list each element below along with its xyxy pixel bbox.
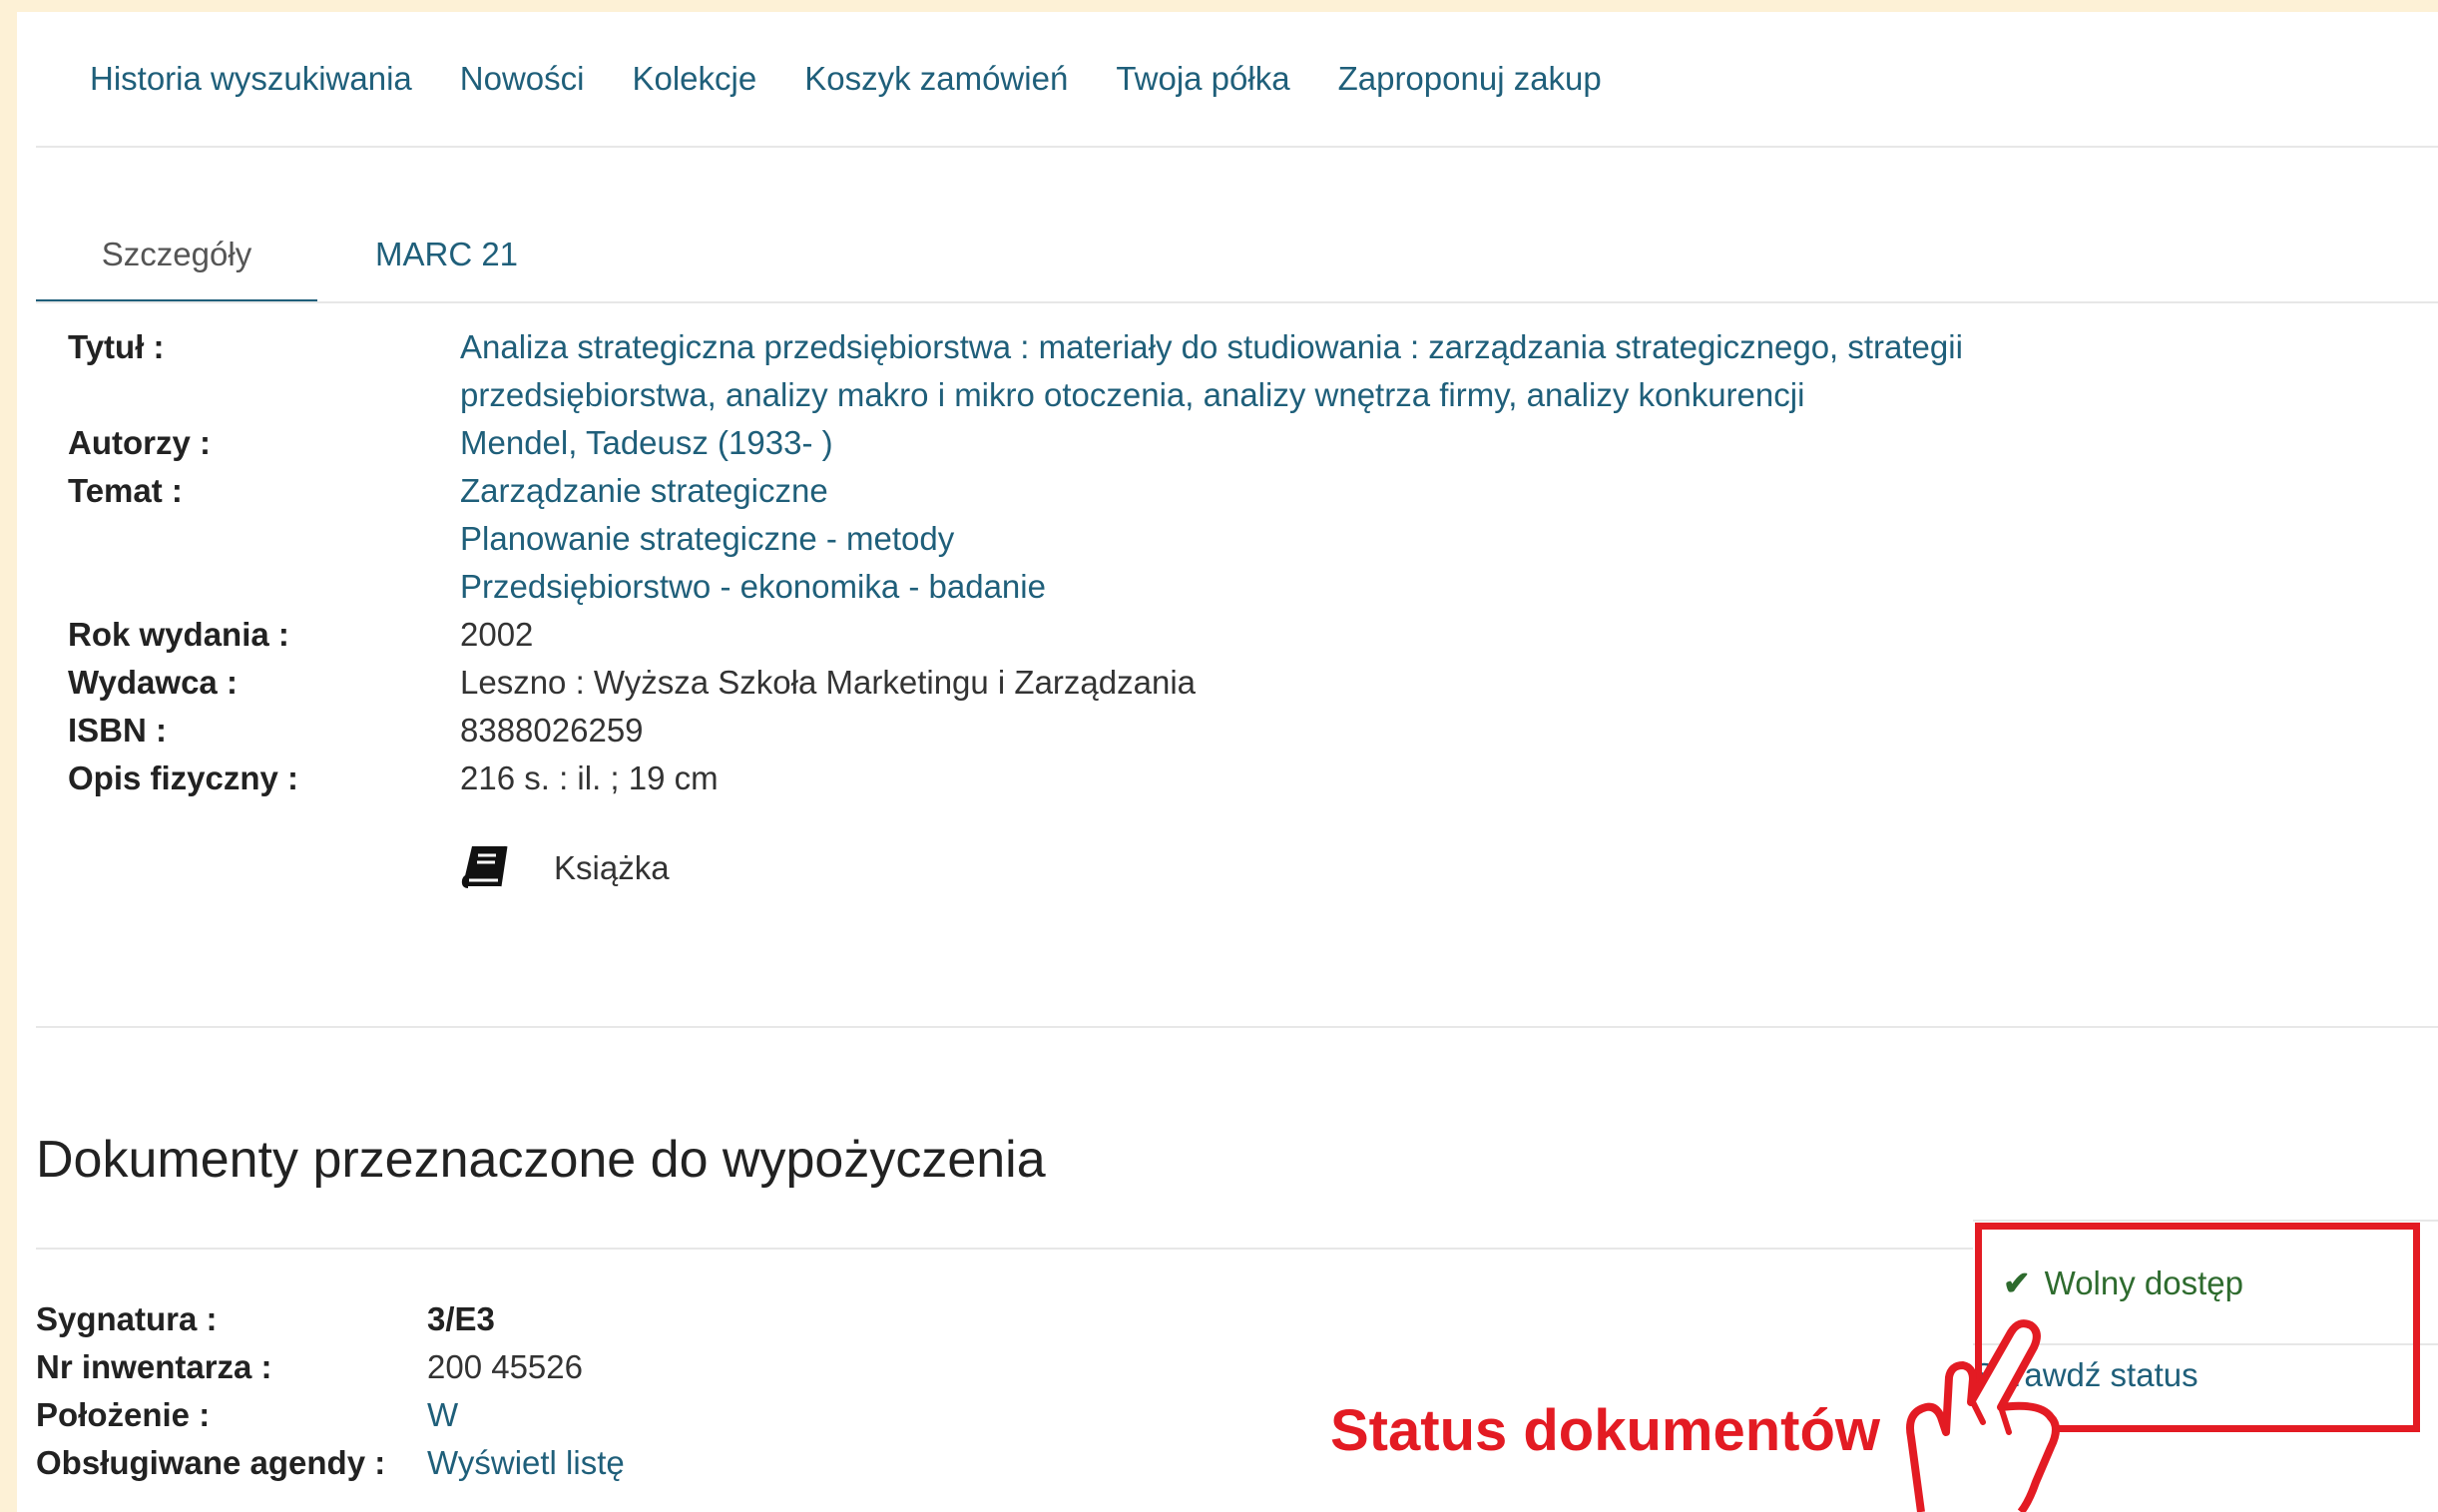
nav-collections[interactable]: Kolekcje [632,60,756,98]
nav-divider [36,146,2438,148]
document-type: Książka [460,842,670,894]
agendas-label: Obsługiwane agendy : [36,1444,386,1481]
tabs-baseline [36,301,2438,303]
isbn-label: ISBN : [68,712,167,749]
title-link-line2[interactable]: przedsiębiorstwa, analizy makro i mikro … [460,371,1804,419]
title-link-line1[interactable]: Analiza strategiczna przedsiębiorstwa : … [460,323,1963,371]
subject-label: Temat : [68,472,183,509]
signature-label: Sygnatura : [36,1300,218,1337]
subject-link[interactable]: Planowanie strategiczne - metody [460,515,954,563]
documents-divider [36,1248,1973,1250]
annotation-label: Status dokumentów [1330,1398,1881,1463]
top-navigation: Historia wyszukiwania Nowości Kolekcje K… [90,60,1650,98]
pointing-hand-icon [1906,1319,2060,1512]
documents-heading: Dokumenty przeznaczone do wypożyczenia [36,1131,1046,1189]
inventory-value: 200 45526 [427,1348,583,1385]
tab-marc21[interactable]: MARC 21 [375,224,518,303]
title-label: Tytuł : [68,328,165,365]
subject-link[interactable]: Zarządzanie strategiczne [460,467,828,515]
nav-suggest-purchase[interactable]: Zaproponuj zakup [1338,60,1602,98]
isbn-value: 8388026259 [460,712,644,749]
physical-value: 216 s. : il. ; 19 cm [460,759,719,796]
nav-new-items[interactable]: Nowości [460,60,585,98]
inventory-label: Nr inwentarza : [36,1348,272,1385]
section-divider [36,1026,2438,1028]
authors-label: Autorzy : [68,424,211,461]
nav-search-history[interactable]: Historia wyszukiwania [90,60,412,98]
location-label: Położenie : [36,1396,211,1433]
subject-link[interactable]: Przedsiębiorstwo - ekonomika - badanie [460,563,1046,611]
author-link[interactable]: Mendel, Tadeusz (1933- ) [460,419,833,467]
year-value: 2002 [460,616,534,653]
nav-your-shelf[interactable]: Twoja półka [1116,60,1289,98]
publisher-value: Leszno : Wyższa Szkoła Marketingu i Zarz… [460,664,1197,701]
signature-value: 3/E3 [427,1300,495,1337]
record-tabs: Szczegóły MARC 21 [36,224,2438,303]
document-type-label: Książka [554,849,670,886]
show-list-link[interactable]: Wyświetl listę [427,1439,625,1487]
publisher-label: Wydawca : [68,664,238,701]
location-link[interactable]: W [427,1391,458,1439]
year-label: Rok wydania : [68,616,289,653]
book-icon [461,845,508,888]
physical-label: Opis fizyczny : [68,759,299,796]
nav-order-basket[interactable]: Koszyk zamówień [804,60,1068,98]
tab-details[interactable]: Szczegóły [36,224,317,303]
